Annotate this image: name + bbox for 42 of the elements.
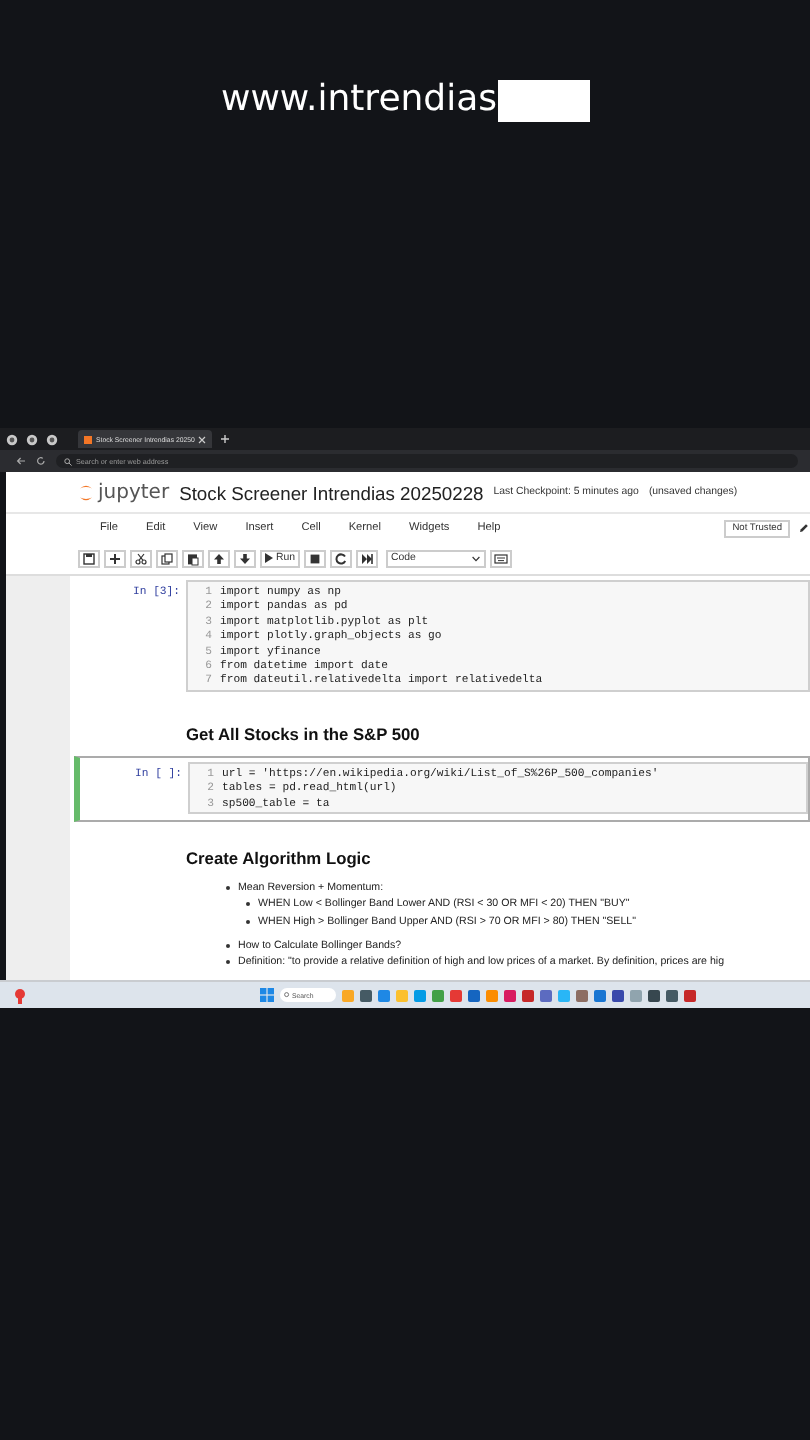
move-up-button[interactable] bbox=[208, 549, 230, 567]
cut-button[interactable] bbox=[130, 549, 152, 567]
save-button[interactable] bbox=[78, 549, 100, 567]
plus-icon[interactable] bbox=[220, 434, 231, 444]
stop-button[interactable] bbox=[303, 549, 326, 567]
ffwd-icon bbox=[359, 551, 374, 565]
jupyter-logo-text: jupyter bbox=[98, 481, 170, 503]
search-icon bbox=[64, 457, 72, 465]
insert-cell-button[interactable] bbox=[104, 549, 126, 567]
search-icon bbox=[284, 992, 290, 998]
move-down-button[interactable] bbox=[234, 549, 256, 567]
close-icon[interactable] bbox=[198, 435, 207, 443]
notebook-title[interactable]: Stock Screener Intrendias 20250228 bbox=[179, 481, 484, 503]
favicon-icon bbox=[84, 435, 92, 443]
down-icon bbox=[238, 551, 252, 565]
windows-start-icon[interactable] bbox=[260, 988, 274, 1002]
paste-icon bbox=[186, 551, 200, 565]
caption-text: www.intrendias bbox=[220, 78, 498, 122]
jupyter-logo-icon bbox=[78, 481, 94, 503]
pencil-icon[interactable] bbox=[798, 522, 810, 534]
plus-icon bbox=[108, 551, 122, 565]
back-icon[interactable] bbox=[16, 456, 26, 466]
kb-icon bbox=[493, 551, 508, 565]
restart-icon bbox=[333, 551, 348, 565]
copy-icon bbox=[160, 551, 174, 565]
stop-icon bbox=[307, 551, 322, 565]
paste-button[interactable] bbox=[182, 549, 204, 567]
run-all-button[interactable] bbox=[355, 549, 378, 567]
section-heading: Get All Stocks in the S&P 500 bbox=[184, 721, 422, 748]
code-editor[interactable] bbox=[186, 580, 810, 692]
play-icon bbox=[264, 552, 274, 564]
up-icon bbox=[212, 551, 226, 565]
restart-button[interactable] bbox=[329, 549, 352, 567]
chevron-icon bbox=[471, 555, 480, 561]
keyboard-button[interactable] bbox=[489, 549, 512, 567]
copy-button[interactable] bbox=[156, 549, 178, 567]
weather-icon bbox=[12, 987, 28, 1003]
cut-icon bbox=[134, 551, 148, 565]
reload-icon[interactable] bbox=[36, 456, 46, 466]
cover-block bbox=[497, 80, 590, 122]
section-heading: Create Algorithm Logic bbox=[184, 845, 373, 872]
save-icon bbox=[82, 551, 96, 565]
